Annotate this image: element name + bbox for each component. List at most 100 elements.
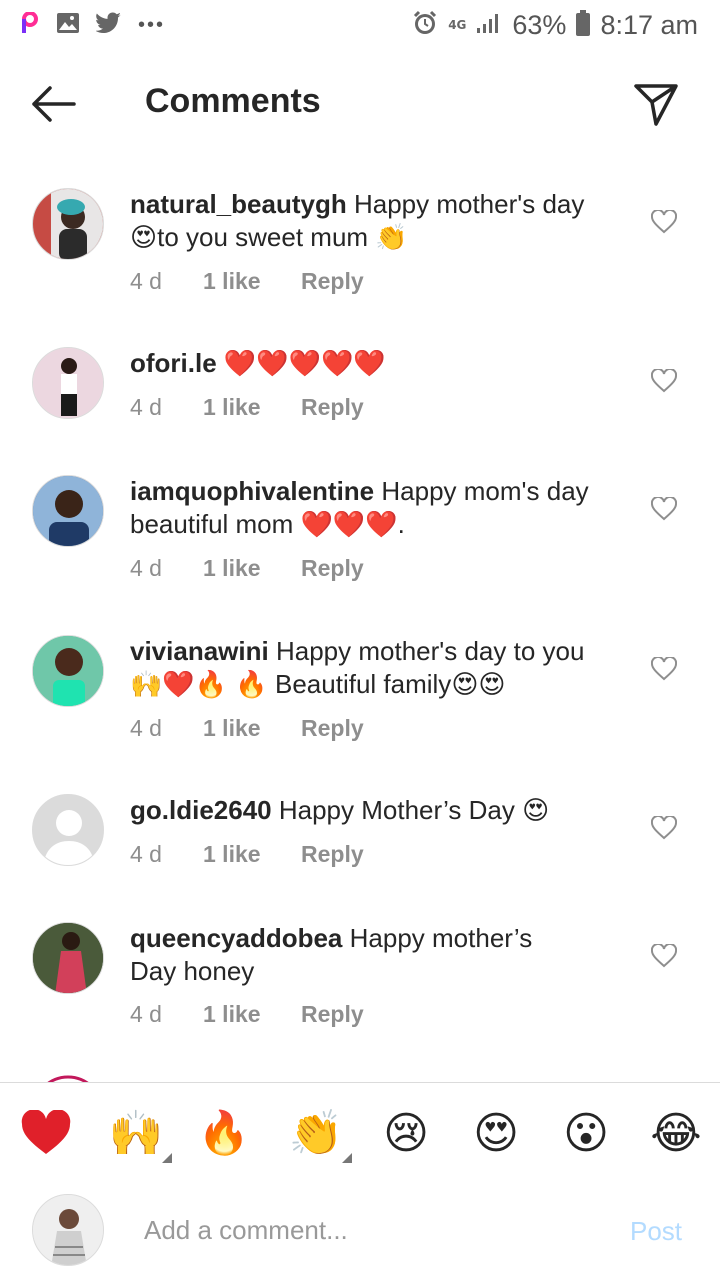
- comment-likes[interactable]: 1 like: [203, 391, 301, 424]
- heart-outline-icon: [650, 495, 678, 521]
- reply-button[interactable]: Reply: [301, 391, 364, 424]
- fire-icon: 🔥: [197, 1108, 251, 1157]
- comment-likes[interactable]: 1 like: [203, 265, 301, 298]
- crying-face-icon: 😢: [383, 1107, 429, 1159]
- comment-username[interactable]: queencyaddobea: [130, 923, 342, 953]
- raised-hands-icon: 🙌: [108, 1108, 164, 1159]
- network-type: 4G: [448, 17, 467, 32]
- comment-message: Happy mom's day: [381, 476, 589, 506]
- reply-button[interactable]: Reply: [301, 838, 364, 871]
- comment-time: 4 d: [130, 715, 162, 741]
- battery-icon: [576, 10, 591, 40]
- comment-emoji: 😍: [522, 796, 550, 826]
- like-button[interactable]: [650, 655, 678, 681]
- comment-content: iamquophivalentine Happy mom's day beaut…: [130, 475, 610, 585]
- red-heart-icon: [21, 1110, 71, 1154]
- tears-of-joy-icon: 😂: [650, 1107, 702, 1159]
- like-button[interactable]: [650, 942, 678, 968]
- skin-tone-indicator: [162, 1153, 172, 1163]
- comment-time: 4 d: [130, 1001, 162, 1027]
- emoji-crying-button[interactable]: 😢: [376, 1105, 436, 1161]
- post-button[interactable]: Post: [630, 1216, 682, 1247]
- comment-time: 4 d: [130, 841, 162, 867]
- heart-outline-icon: [650, 942, 678, 968]
- emoji-heart-eyes-button[interactable]: 😍: [466, 1105, 526, 1161]
- signal-icon: [476, 12, 502, 38]
- status-right-icons: 4G 63% 8:17 am: [412, 10, 698, 41]
- emoji-surprised-button[interactable]: 😮: [556, 1105, 616, 1161]
- emoji-fire-button[interactable]: 🔥: [194, 1105, 254, 1161]
- more-dots-icon: •••: [138, 13, 166, 36]
- clapping-hands-icon: 👏: [288, 1108, 344, 1159]
- heart-outline-icon: [650, 367, 678, 393]
- comment-emoji: 😍: [130, 223, 158, 253]
- page-title: Comments: [145, 82, 321, 120]
- clock: 8:17 am: [600, 9, 698, 40]
- reply-button[interactable]: Reply: [301, 712, 364, 745]
- comment-likes[interactable]: 1 like: [203, 552, 301, 585]
- heart-outline-icon: [650, 655, 678, 681]
- comment-content: queencyaddobea Happy mother’s Day honey …: [130, 922, 610, 1031]
- comment-meta: 4 d 1 like Reply: [130, 391, 610, 424]
- comment-text: queencyaddobea Happy mother’s Day honey: [130, 922, 610, 988]
- comment-meta: 4 d 1 like Reply: [130, 838, 610, 871]
- avatar[interactable]: [32, 794, 104, 866]
- comment-text: go.ldie2640 Happy Mother’s Day 😍: [130, 794, 610, 828]
- emoji-heart-button[interactable]: [16, 1105, 76, 1161]
- comment-emoji: 👏: [375, 223, 408, 253]
- comment-likes[interactable]: 1 like: [203, 838, 301, 871]
- avatar[interactable]: [32, 635, 104, 707]
- twitter-icon: [95, 12, 122, 38]
- comment-content: ofori.le ❤️❤️❤️❤️❤️ 4 d 1 like Reply: [130, 347, 610, 424]
- arrow-left-icon: [32, 86, 76, 122]
- comment-meta: 4 d 1 like Reply: [130, 552, 610, 585]
- like-button[interactable]: [650, 208, 678, 234]
- reply-button[interactable]: Reply: [301, 998, 364, 1031]
- comment-message: Beautiful family: [275, 669, 452, 699]
- comment-likes[interactable]: 1 like: [203, 712, 301, 745]
- header: Comments: [0, 60, 720, 150]
- comment-message: beautiful mom: [130, 509, 294, 539]
- comment-time: 4 d: [130, 268, 162, 294]
- avatar[interactable]: [32, 188, 104, 260]
- comment-meta: 4 d 1 like Reply: [130, 712, 610, 745]
- paper-plane-icon: [634, 84, 678, 126]
- comment-content: go.ldie2640 Happy Mother’s Day 😍 4 d 1 l…: [130, 794, 610, 871]
- comment-likes[interactable]: 1 like: [203, 998, 301, 1031]
- comment-content: natural_beautygh Happy mother's day 😍to …: [130, 188, 610, 298]
- comment-time: 4 d: [130, 394, 162, 420]
- avatar[interactable]: [32, 347, 104, 419]
- like-button[interactable]: [650, 495, 678, 521]
- comment-username[interactable]: ofori.le: [130, 348, 217, 378]
- reply-button[interactable]: Reply: [301, 552, 364, 585]
- back-button[interactable]: [28, 82, 82, 128]
- comment-username[interactable]: natural_beautygh: [130, 189, 347, 219]
- comment-message: Day honey: [130, 956, 255, 986]
- comment-message: Happy mother's day to you: [275, 636, 585, 666]
- comment-username[interactable]: iamquophivalentine: [130, 476, 374, 506]
- comment-content: vivianawini Happy mother's day to you 🙌❤…: [130, 635, 610, 745]
- skin-tone-indicator: [342, 1153, 352, 1163]
- picsart-icon: [20, 11, 40, 38]
- comment-username[interactable]: go.ldie2640: [130, 795, 272, 825]
- avatar[interactable]: [32, 475, 104, 547]
- comment-message: Happy mother’s: [349, 923, 533, 953]
- status-bar: ••• 4G 63% 8:17 am: [0, 0, 720, 50]
- heart-outline-icon: [650, 208, 678, 234]
- emoji-laughing-button[interactable]: 😂: [646, 1105, 706, 1161]
- alarm-icon: [412, 10, 438, 40]
- emoji-clap-button[interactable]: 👏: [286, 1105, 352, 1163]
- comment-message: to you sweet mum: [157, 222, 369, 252]
- comment-username[interactable]: vivianawini: [130, 636, 269, 666]
- status-left-icons: •••: [20, 11, 166, 38]
- comment-emoji: 🙌❤️🔥 🔥: [130, 670, 268, 700]
- comment-time: 4 d: [130, 555, 162, 581]
- like-button[interactable]: [650, 814, 678, 840]
- like-button[interactable]: [650, 367, 678, 393]
- comment-input[interactable]: [144, 1210, 584, 1250]
- reply-button[interactable]: Reply: [301, 265, 364, 298]
- emoji-raised-hands-button[interactable]: 🙌: [106, 1105, 172, 1163]
- share-button[interactable]: [632, 80, 682, 130]
- avatar[interactable]: [32, 922, 104, 994]
- comment-meta: 4 d 1 like Reply: [130, 998, 610, 1031]
